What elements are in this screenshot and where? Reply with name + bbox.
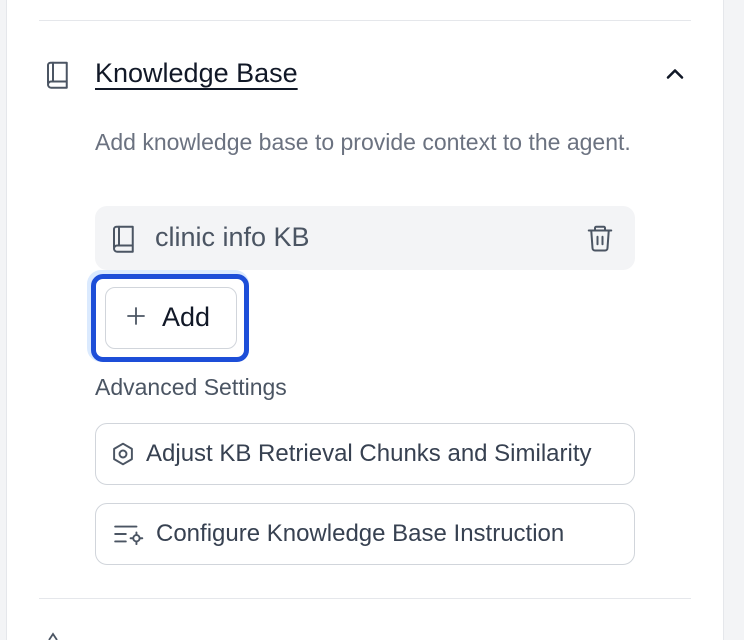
knowledge-base-section-header[interactable]: Knowledge Base [41, 54, 691, 94]
add-button-focus-ring: Add [91, 274, 249, 362]
next-section-icon-partial [48, 632, 58, 640]
plus-icon [127, 307, 145, 325]
book-icon [113, 225, 134, 253]
section-title[interactable]: Knowledge Base [95, 58, 298, 89]
section-divider-bottom [39, 598, 691, 599]
adjust-kb-retrieval-button[interactable]: Adjust KB Retrieval Chunks and Similarit… [95, 423, 635, 485]
kb-item-name: clinic info KB [155, 222, 310, 252]
adjust-kb-retrieval-label: Adjust KB Retrieval Chunks and Similarit… [146, 440, 592, 467]
configure-kb-instruction-button[interactable]: Configure Knowledge Base Instruction [95, 503, 635, 565]
kb-list-item[interactable]: clinic info KB [95, 206, 635, 270]
list-settings-icon [114, 525, 144, 546]
add-button-label: Add [162, 302, 211, 332]
section-description: Add knowledge base to provide context to… [95, 129, 631, 155]
trash-icon[interactable] [585, 223, 615, 253]
settings-panel: Knowledge Base Add knowledge base to pro… [6, 0, 724, 640]
add-button-focus-halo: Add [87, 270, 249, 362]
settings-hex-icon [113, 442, 133, 466]
book-icon [47, 61, 68, 89]
configure-kb-instruction-label: Configure Knowledge Base Instruction [156, 520, 565, 547]
advanced-settings-label: Advanced Settings [95, 374, 287, 400]
section-divider-top [39, 20, 691, 21]
add-kb-button[interactable]: Add [105, 287, 237, 349]
chevron-up-icon[interactable] [661, 60, 689, 88]
